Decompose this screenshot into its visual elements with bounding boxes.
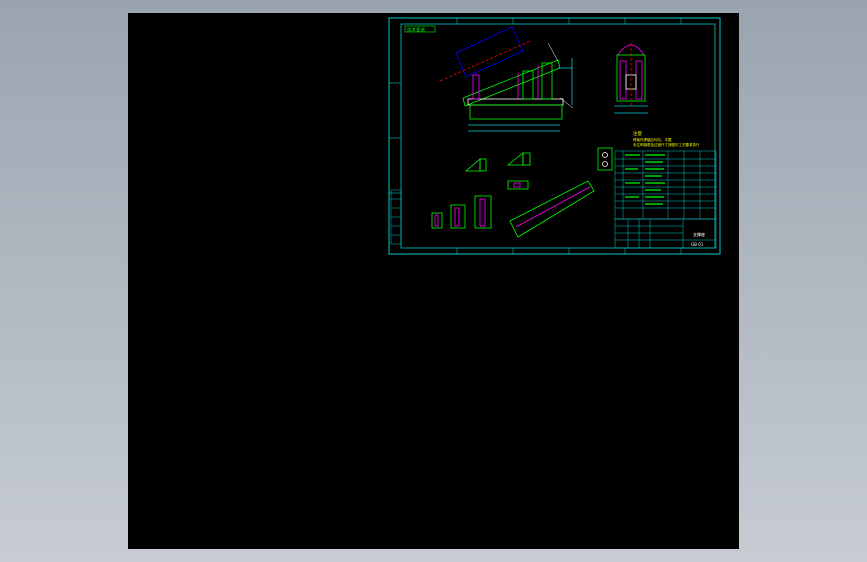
parts-list-table — [614, 150, 717, 220]
side-view — [614, 43, 648, 114]
revision-strip — [390, 189, 402, 245]
top-label-text: 技术要求 — [407, 27, 425, 34]
notes-line-1: 焊接件焊缝应均匀、平整 — [633, 137, 672, 142]
cad-viewport[interactable]: 技术要求 注意 焊接件焊缝应均匀、平整 未注明倒角及过渡尺寸按图中工艺要求执行 … — [128, 13, 739, 549]
cad-drawing-sheet: 技术要求 注意 焊接件焊缝应均匀、平整 未注明倒角及过渡尺寸按图中工艺要求执行 … — [388, 17, 721, 255]
notes-line-2: 未注明倒角及过渡尺寸按图中工艺要求执行 — [633, 142, 700, 147]
detail-parts — [431, 147, 613, 238]
notes-title: 注意 — [633, 130, 642, 137]
title-code: GB-01 — [691, 242, 704, 247]
parts-list-entries — [625, 154, 665, 205]
sheet-outer-frame — [388, 17, 721, 255]
main-view — [439, 26, 574, 132]
title-name: 支撑座 — [693, 231, 705, 237]
